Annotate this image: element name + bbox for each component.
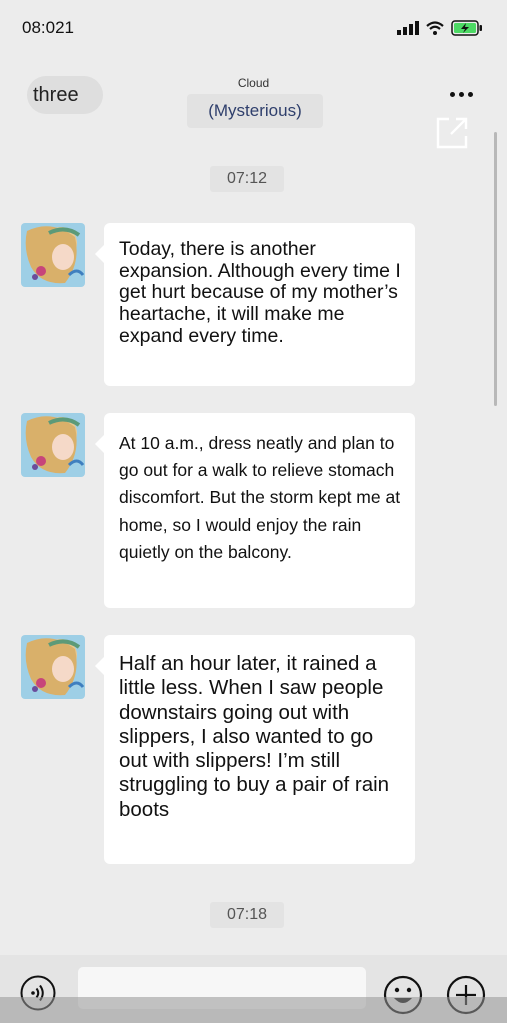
timestamp: 07:12 <box>210 166 284 192</box>
timestamp: 07:18 <box>210 902 284 928</box>
message-bubble[interactable]: At 10 a.m., dress neatly and plan to go … <box>95 413 415 608</box>
status-bar: 08:021 <box>0 0 507 58</box>
avatar[interactable] <box>21 413 85 477</box>
wifi-icon <box>426 21 444 40</box>
avatar[interactable] <box>21 635 85 699</box>
nav-subtitle: Cloud <box>237 76 270 90</box>
scrollbar[interactable] <box>494 132 497 406</box>
status-time: 08:021 <box>22 18 74 37</box>
message-bubble[interactable]: Half an hour later, it rained a little l… <box>95 635 415 864</box>
status-icons <box>397 20 483 41</box>
page-title: (Mysterious) <box>187 94 323 128</box>
message-text: Today, there is another expansion. Altho… <box>119 238 401 347</box>
more-dots-icon <box>450 92 455 97</box>
share-button[interactable] <box>435 116 469 150</box>
nav-bar: three Cloud (Mysterious) <box>0 58 507 158</box>
share-icon <box>436 117 468 149</box>
battery-charging-icon <box>451 20 483 41</box>
more-button[interactable] <box>450 92 473 97</box>
home-indicator-strip <box>0 997 507 1023</box>
message-text: At 10 a.m., dress neatly and plan to go … <box>119 433 401 562</box>
signal-bars-icon <box>397 21 419 40</box>
message-bubble[interactable]: Today, there is another expansion. Altho… <box>95 223 415 386</box>
message-text: Half an hour later, it rained a little l… <box>119 652 390 821</box>
avatar[interactable] <box>21 223 85 287</box>
